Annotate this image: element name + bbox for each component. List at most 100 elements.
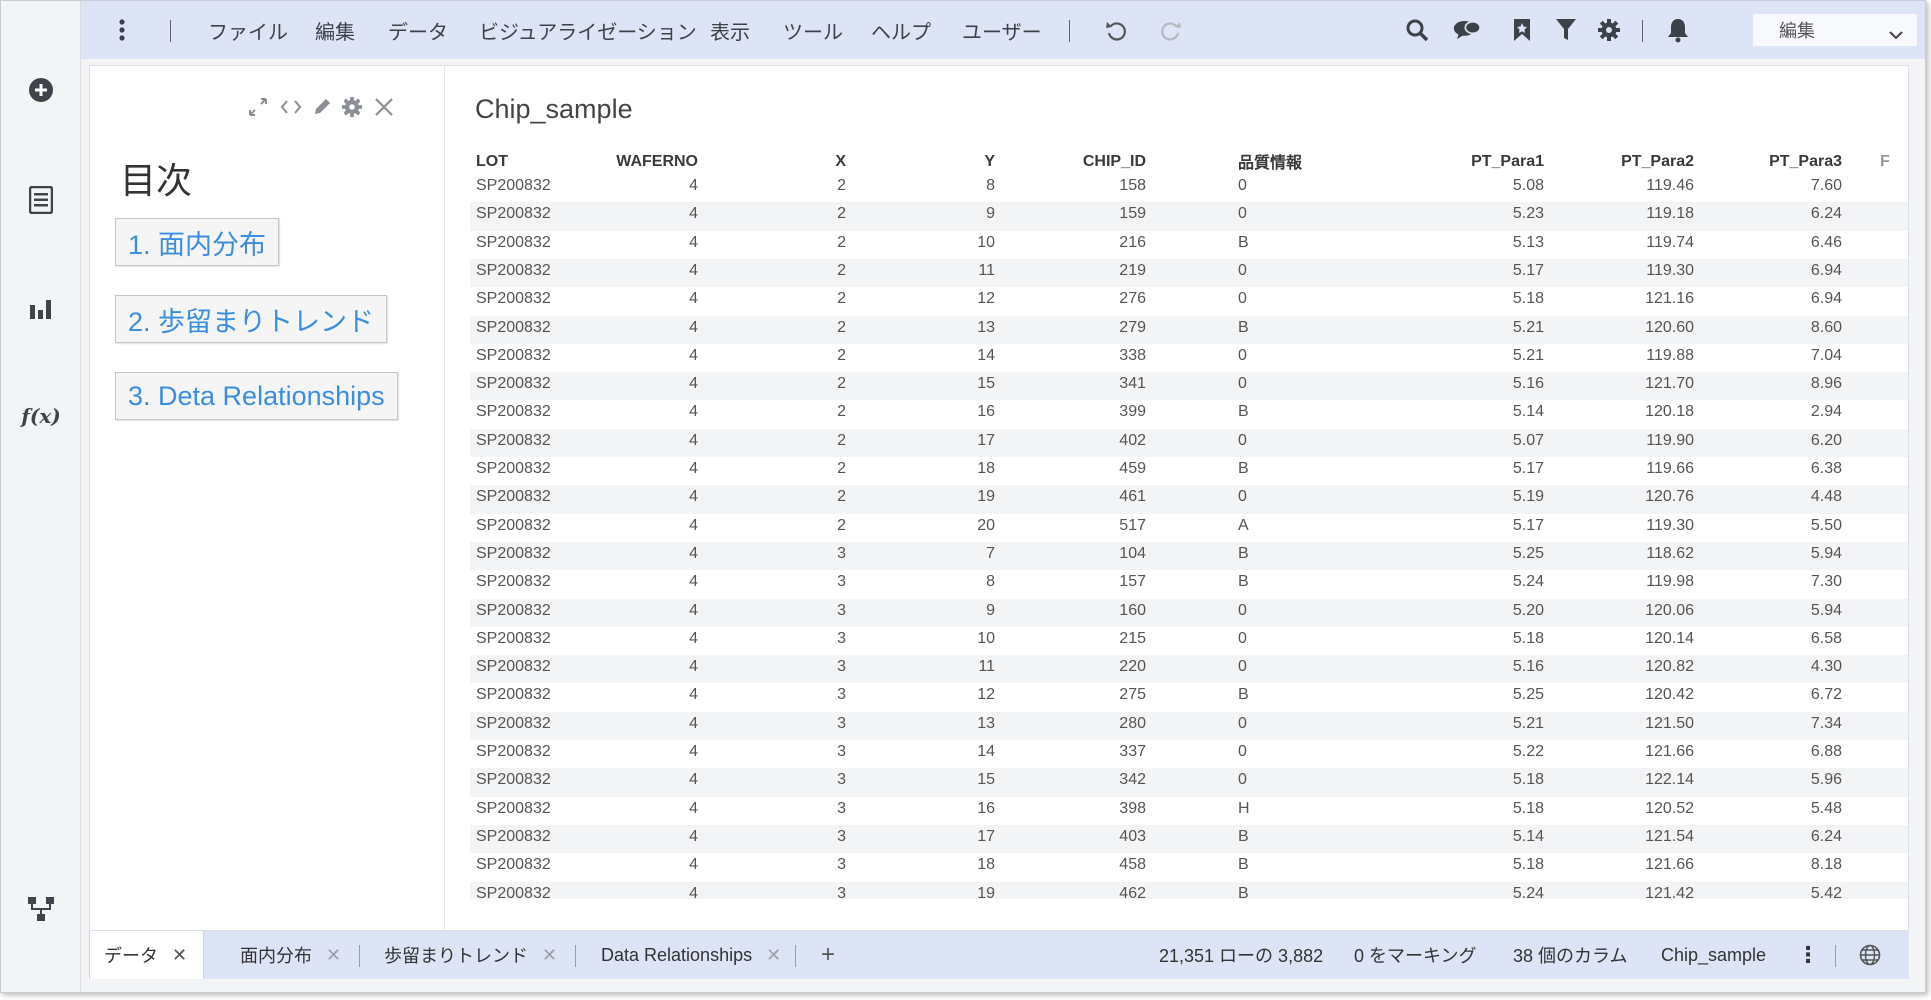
table-cell: 5.14 xyxy=(1512,827,1544,845)
more-vertical-icon[interactable] xyxy=(108,16,136,44)
toc-link-in-plane-distribution[interactable]: 1. 面内分布 xyxy=(115,218,280,266)
table-cell: 5.94 xyxy=(1810,601,1842,619)
bookmark-icon[interactable] xyxy=(1508,16,1536,44)
table-cell: 5.42 xyxy=(1810,884,1842,900)
table-cell: SP200832 xyxy=(476,346,551,364)
tab-data[interactable]: データ ✕ xyxy=(89,931,204,979)
table-cell: 11 xyxy=(978,658,995,676)
code-icon[interactable] xyxy=(280,96,302,118)
table-row[interactable]: SP200832 4 2 17 402 0 5.07 119.90 6.20 xyxy=(470,429,1908,457)
add-page-button[interactable]: + xyxy=(821,931,835,979)
table-cell: 121.50 xyxy=(1645,714,1694,732)
settings-gear-icon[interactable] xyxy=(341,96,363,118)
table-cell: 18 xyxy=(977,856,995,874)
table-cell: 0 xyxy=(1238,714,1247,732)
data-source-status[interactable]: Chip_sample xyxy=(1661,931,1766,979)
column-header[interactable]: F xyxy=(1880,153,1890,171)
table-row[interactable]: SP200832 4 2 18 459 B 5.17 119.66 6.38 xyxy=(470,457,1908,485)
menu-view[interactable]: 表示 xyxy=(710,1,750,59)
table-cell: 120.06 xyxy=(1645,601,1694,619)
undo-icon[interactable] xyxy=(1102,16,1130,44)
table-row[interactable]: SP200832 4 2 10 216 B 5.13 119.74 6.46 xyxy=(470,231,1908,259)
column-header[interactable]: X xyxy=(835,153,846,171)
comment-icon[interactable] xyxy=(1453,16,1481,44)
table-row[interactable]: SP200832 4 2 12 276 0 5.18 121.16 6.94 xyxy=(470,287,1908,315)
table-row[interactable]: SP200832 4 2 20 517 A 5.17 119.30 5.50 xyxy=(470,514,1908,542)
close-icon[interactable]: ✕ xyxy=(172,945,187,966)
table-cell: SP200832 xyxy=(476,460,551,477)
table-row[interactable]: SP200832 4 3 13 280 0 5.21 121.50 7.34 xyxy=(470,712,1908,740)
table-row[interactable]: SP200832 4 2 19 461 0 5.19 120.76 4.48 xyxy=(470,485,1908,513)
table-row[interactable]: SP200832 4 3 11 220 0 5.16 120.82 4.30 xyxy=(470,655,1908,683)
table-row[interactable]: SP200832 4 2 11 219 0 5.17 119.30 6.94 xyxy=(470,259,1908,287)
menu-help[interactable]: ヘルプ xyxy=(871,1,931,59)
column-header[interactable]: LOT xyxy=(476,153,508,171)
globe-icon[interactable] xyxy=(1859,931,1881,979)
table-row[interactable]: SP200832 4 3 18 458 B 5.18 121.66 8.18 xyxy=(470,853,1908,881)
bar-chart-icon[interactable] xyxy=(23,291,59,327)
table-row[interactable]: SP200832 4 2 16 399 B 5.14 120.18 2.94 xyxy=(470,400,1908,428)
table-row[interactable]: SP200832 4 3 14 337 0 5.22 121.66 6.88 xyxy=(470,740,1908,768)
function-icon[interactable]: f(x) xyxy=(21,398,60,434)
close-icon[interactable] xyxy=(373,96,395,118)
table-row[interactable]: SP200832 4 3 8 157 B 5.24 119.98 7.30 xyxy=(470,570,1908,598)
add-plus-circle-icon[interactable] xyxy=(23,72,59,108)
table-row[interactable]: SP200832 4 2 15 341 0 5.16 121.70 8.96 xyxy=(470,372,1908,400)
tab-in-plane-distribution[interactable]: 面内分布 ✕ xyxy=(240,931,341,979)
table-row[interactable]: SP200832 4 3 9 160 0 5.20 120.06 5.94 xyxy=(470,599,1908,627)
table-cell: B xyxy=(1238,827,1249,845)
table-row[interactable]: SP200832 4 3 19 462 B 5.24 121.42 5.42 xyxy=(470,882,1908,900)
menu-edit[interactable]: 編集 xyxy=(315,1,355,59)
table-row[interactable]: SP200832 4 2 13 279 B 5.21 120.60 8.60 xyxy=(470,316,1908,344)
column-header[interactable]: 品質情報 xyxy=(1238,149,1302,173)
table-cell: 4.48 xyxy=(1810,488,1842,506)
tab-yield-trend[interactable]: 歩留まりトレンド ✕ xyxy=(384,931,557,979)
table-cell: 3 xyxy=(837,743,846,760)
menu-user[interactable]: ユーザー xyxy=(962,1,1042,59)
table-row[interactable]: SP200832 4 3 7 104 B 5.25 118.62 5.94 xyxy=(470,542,1908,570)
menu-data[interactable]: データ xyxy=(388,1,448,59)
gear-icon[interactable] xyxy=(1595,16,1623,44)
data-table-icon[interactable] xyxy=(23,182,59,218)
table-cell: 5.18 xyxy=(1512,629,1544,647)
column-header[interactable]: Y xyxy=(984,153,995,171)
data-table[interactable]: LOT WAFERNO X Y CHIP_ID 品質情報 PT_Para1 PT_Para2 P… xyxy=(470,149,1908,899)
mode-select[interactable]: 編集 xyxy=(1753,14,1917,46)
column-header[interactable]: PT_Para1 xyxy=(1471,153,1544,171)
column-header[interactable]: WAFERNO xyxy=(616,153,698,171)
redo-icon[interactable] xyxy=(1157,16,1185,44)
column-header[interactable]: PT_Para2 xyxy=(1621,153,1694,171)
table-row[interactable]: SP200832 4 3 17 403 B 5.14 121.54 6.24 xyxy=(470,825,1908,853)
table-row[interactable]: SP200832 4 3 15 342 0 5.18 122.14 5.96 xyxy=(470,768,1908,796)
table-row[interactable]: SP200832 4 2 14 338 0 5.21 119.88 7.04 xyxy=(470,344,1908,372)
close-icon[interactable]: ✕ xyxy=(542,945,557,966)
table-row[interactable]: SP200832 4 3 10 215 0 5.18 120.14 6.58 xyxy=(470,627,1908,655)
table-cell: SP200832 xyxy=(476,177,551,194)
table-cell: 6.58 xyxy=(1810,629,1842,647)
bell-icon[interactable] xyxy=(1664,16,1692,44)
more-vertical-icon[interactable]: ⋮ xyxy=(1797,931,1819,979)
column-header[interactable]: CHIP_ID xyxy=(1083,153,1146,171)
maximize-icon[interactable] xyxy=(247,96,269,118)
tab-data-relationships[interactable]: Data Relationships ✕ xyxy=(601,931,781,979)
close-icon[interactable]: ✕ xyxy=(766,945,781,966)
table-cell: 4 xyxy=(689,856,698,874)
table-cell: 5.96 xyxy=(1810,771,1842,789)
table-row[interactable]: SP200832 4 3 12 275 B 5.25 120.42 6.72 xyxy=(470,683,1908,711)
close-icon[interactable]: ✕ xyxy=(326,945,341,966)
data-flow-icon[interactable] xyxy=(23,891,59,927)
toc-link-data-relationships[interactable]: 3. Deta Relationships xyxy=(115,372,398,420)
table-cell: 4 xyxy=(689,431,698,449)
table-cell: 5.08 xyxy=(1512,177,1544,194)
menu-visualization[interactable]: ビジュアライゼーション xyxy=(479,1,697,59)
search-icon[interactable] xyxy=(1403,16,1431,44)
column-header[interactable]: PT_Para3 xyxy=(1769,153,1842,171)
toc-link-yield-trend[interactable]: 2. 歩留まりトレンド xyxy=(115,295,388,343)
filter-icon[interactable] xyxy=(1552,16,1580,44)
menu-tools[interactable]: ツール xyxy=(783,1,843,59)
table-row[interactable]: SP200832 4 2 9 159 0 5.23 119.18 6.24 xyxy=(470,202,1908,230)
edit-pencil-icon[interactable] xyxy=(311,96,333,118)
table-row[interactable]: SP200832 4 3 16 398 H 5.18 120.52 5.48 xyxy=(470,797,1908,825)
menu-file[interactable]: ファイル xyxy=(208,1,288,59)
table-row[interactable]: SP200832 4 2 8 158 0 5.08 119.46 7.60 xyxy=(470,174,1908,202)
